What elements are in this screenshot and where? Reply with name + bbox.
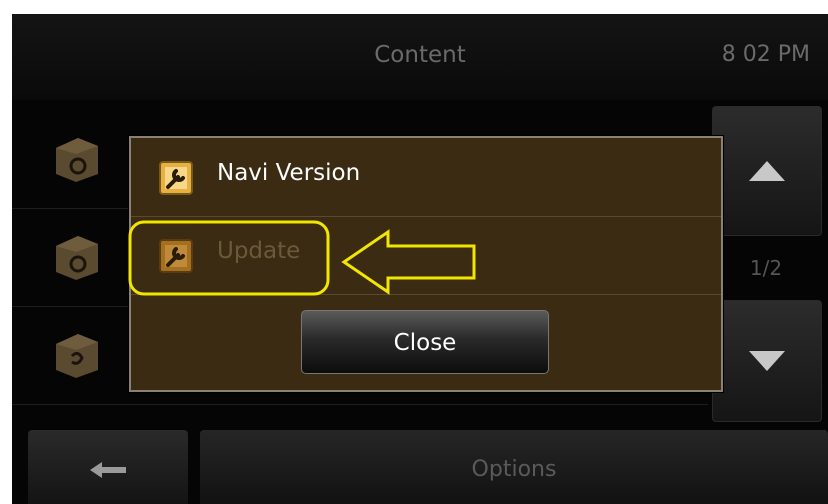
- triangle-down-icon: [749, 351, 785, 371]
- page-title: Content: [374, 42, 466, 68]
- device-screen: Content 8 02 PM 1/2 Options Navi Version…: [12, 14, 828, 504]
- page-indicator: 1/2: [749, 256, 783, 280]
- scroll-up-button[interactable]: [712, 106, 822, 236]
- wrench-icon: [159, 239, 193, 273]
- options-button[interactable]: Options: [200, 430, 828, 504]
- menu-item-navi-version[interactable]: Navi Version: [131, 138, 721, 217]
- back-button[interactable]: [28, 430, 188, 504]
- box-icon: [56, 334, 98, 378]
- arrow-left-icon: [90, 462, 126, 478]
- box-icon: [56, 138, 98, 182]
- wrench-icon: [159, 161, 193, 195]
- menu-item-update[interactable]: Update: [131, 216, 721, 295]
- menu-item-label: Update: [217, 238, 301, 264]
- clock: 8 02 PM: [721, 42, 810, 67]
- triangle-up-icon: [749, 161, 785, 181]
- header-bar: Content 8 02 PM: [12, 14, 828, 100]
- options-dialog: Navi Version Update Close: [129, 136, 723, 392]
- close-button[interactable]: Close: [301, 310, 549, 374]
- scroll-down-button[interactable]: [712, 300, 822, 422]
- box-icon: [56, 236, 98, 280]
- menu-item-label: Navi Version: [217, 160, 361, 186]
